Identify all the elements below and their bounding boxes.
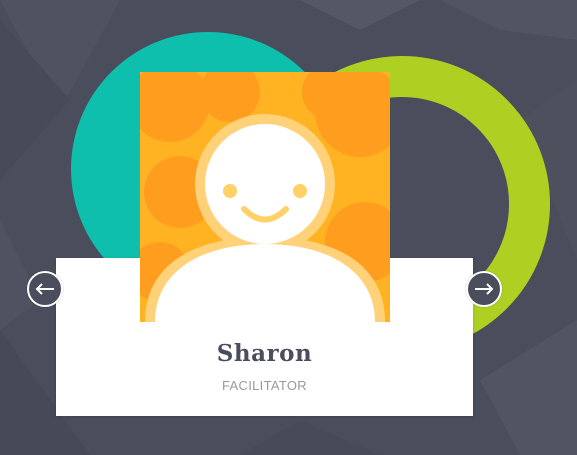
arrow-left-icon bbox=[35, 283, 54, 295]
arrow-right-icon bbox=[475, 283, 494, 295]
member-name: Sharon bbox=[216, 340, 313, 367]
avatar bbox=[140, 72, 390, 322]
next-button[interactable] bbox=[466, 271, 502, 307]
previous-button[interactable] bbox=[27, 271, 63, 307]
member-role: FACILITATOR bbox=[222, 378, 307, 393]
avatar-placeholder-icon bbox=[140, 72, 390, 322]
